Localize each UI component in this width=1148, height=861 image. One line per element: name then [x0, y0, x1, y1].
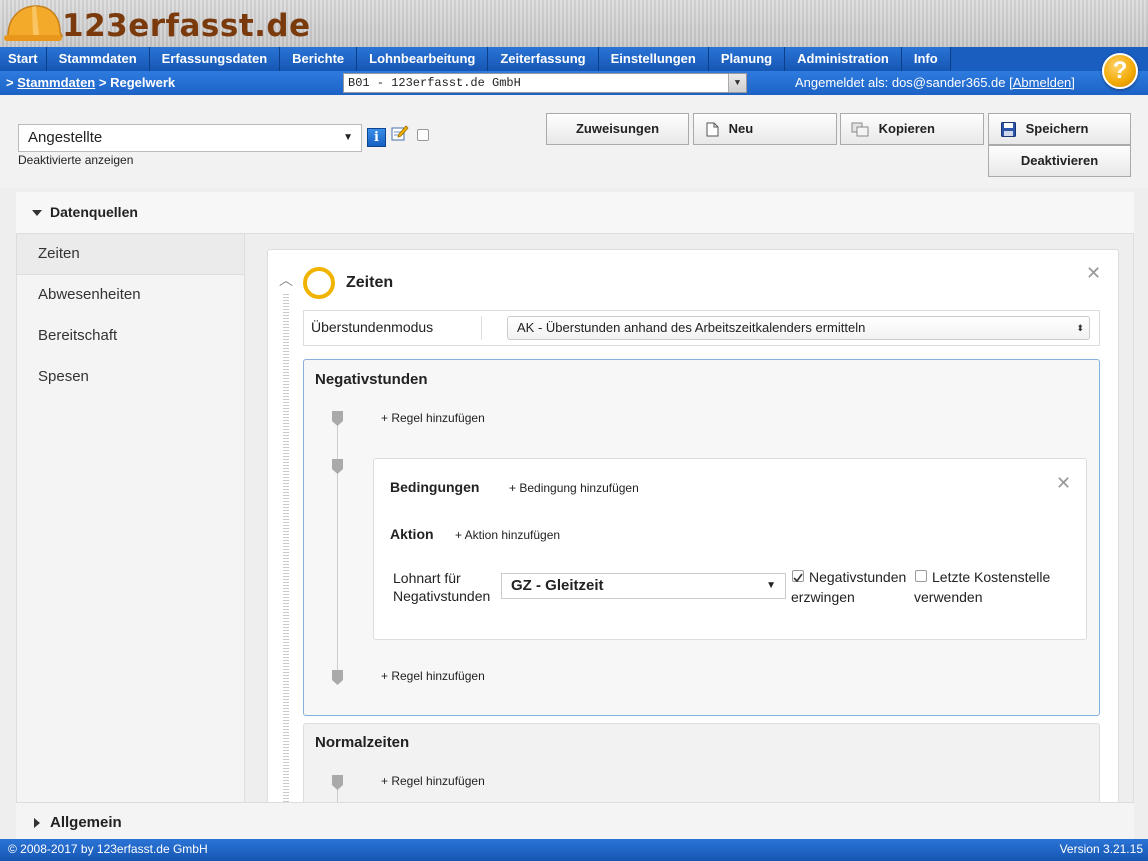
force-negative-label-line1: Negativstunden	[809, 569, 907, 585]
expand-triangle-icon	[32, 210, 42, 216]
force-negative-label-line2: erzwingen	[791, 589, 855, 605]
nav-item-administration[interactable]: Administration	[785, 47, 902, 71]
close-icon[interactable]: ✕	[1086, 263, 1101, 284]
app-logo-text[interactable]: 123erfasst.de	[62, 8, 311, 44]
app-header: 123erfasst.de	[0, 0, 1148, 47]
negativstunden-title: Negativstunden	[315, 371, 428, 388]
row-divider	[481, 316, 482, 340]
edit-icon[interactable]	[391, 124, 409, 142]
rule-card	[373, 458, 1087, 640]
rule-marker-icon	[332, 411, 343, 426]
conditions-title: Bedingungen	[390, 479, 480, 495]
nav-item-zeiterfassung[interactable]: Zeiterfassung	[488, 47, 599, 71]
add-condition-link[interactable]: + Bedingung hinzufügen	[509, 481, 639, 495]
datasource-sidebar: Zeiten Abwesenheiten Bereitschaft Spesen	[17, 234, 245, 802]
datenquellen-header[interactable]: Datenquellen	[16, 192, 1134, 234]
sidebar-item-zeiten[interactable]: Zeiten	[17, 234, 244, 275]
rule-marker-icon	[332, 459, 343, 474]
breadcrumb-current: > Regelwerk	[98, 75, 176, 90]
caret-down-icon: ▼	[766, 580, 776, 591]
tenant-select-value: B01 - 123erfasst.de GmbH	[348, 76, 521, 90]
nav-item-planung[interactable]: Planung	[708, 47, 786, 71]
caret-down-icon: ▼	[343, 132, 353, 143]
drag-handle[interactable]	[283, 294, 289, 804]
nav-item-stammdaten[interactable]: Stammdaten	[46, 47, 150, 71]
nav-item-einstellungen[interactable]: Einstellungen	[598, 47, 709, 71]
action-title: Aktion	[390, 526, 434, 542]
add-rule-link-bottom[interactable]: + Regel hinzufügen	[381, 669, 485, 683]
rule-marker-icon	[332, 775, 343, 790]
force-negative-checkbox[interactable]	[792, 570, 804, 583]
show-deactivated-checkbox[interactable]	[417, 129, 429, 141]
last-cost-center-label-line2: verwenden	[914, 589, 983, 605]
normalzeiten-title: Normalzeiten	[315, 734, 410, 751]
nav-item-start[interactable]: Start	[0, 47, 47, 71]
new-button-label: Neu	[728, 121, 754, 136]
help-button[interactable]: ?	[1102, 53, 1138, 89]
show-deactivated-label: Deaktivierte anzeigen	[18, 153, 134, 167]
expand-triangle-right-icon	[34, 818, 40, 828]
breadcrumb-link-stammdaten[interactable]: Stammdaten	[17, 75, 95, 90]
copyright-text: © 2008-2017 by 123erfasst.de GmbH	[8, 842, 208, 856]
timeline-line	[337, 418, 338, 680]
add-rule-link-top[interactable]: + Regel hinzufügen	[381, 411, 485, 425]
updown-arrows-icon: ⬍	[1076, 323, 1084, 333]
overtime-mode-value: AK - Überstunden anhand des Arbeitszeitk…	[517, 320, 866, 335]
add-action-link[interactable]: + Aktion hinzufügen	[455, 528, 560, 542]
status-ring-icon	[303, 267, 335, 299]
collapse-chevron-up-icon[interactable]: ︿	[279, 270, 293, 290]
sub-nav: > Stammdaten > Regelwerk B01 - 123erfass…	[0, 71, 1148, 95]
footer: © 2008-2017 by 123erfasst.de GmbH Versio…	[0, 839, 1148, 861]
lohnart-select[interactable]: GZ - Gleitzeit ▼	[501, 573, 786, 599]
lohnart-label-line2: Negativstunden	[393, 588, 491, 604]
allgemein-header[interactable]: Allgemein	[16, 802, 1134, 839]
main-nav: Start Stammdaten Erfassungsdaten Bericht…	[0, 47, 1148, 71]
breadcrumb-prefix: >	[6, 75, 14, 90]
last-cost-center-label-line1: Letzte Kostenstelle	[932, 569, 1051, 585]
deactivate-button-label: Deaktivieren	[1020, 153, 1099, 168]
lohnart-label-line1: Lohnart für	[393, 570, 461, 586]
datenquellen-title: Datenquellen	[50, 204, 138, 220]
lohnart-select-value: GZ - Gleitzeit	[511, 577, 604, 594]
rule-type-value: Angestellte	[28, 129, 103, 146]
login-info: Angemeldet als: dos@sander365.de [Abmeld…	[795, 75, 1075, 90]
new-document-icon	[706, 122, 719, 137]
logout-link[interactable]: [Abmelden]	[1009, 75, 1075, 90]
login-label: Angemeldet als: dos@sander365.de	[795, 75, 1006, 90]
save-button[interactable]: Speichern	[988, 113, 1131, 145]
zuweisungen-button-label: Zuweisungen	[575, 121, 660, 136]
info-icon[interactable]: i	[367, 128, 386, 147]
helmet-logo-icon	[4, 5, 64, 41]
zuweisungen-button[interactable]: Zuweisungen	[546, 113, 689, 145]
sidebar-item-spesen[interactable]: Spesen	[17, 357, 244, 398]
close-rule-icon[interactable]: ✕	[1056, 473, 1071, 494]
last-cost-center-checkbox[interactable]	[915, 570, 927, 582]
overtime-mode-label: Überstundenmodus	[311, 319, 434, 335]
sidebar-item-abwesenheiten[interactable]: Abwesenheiten	[17, 275, 244, 316]
copy-button[interactable]: Kopieren	[840, 113, 984, 145]
zeiten-title: Zeiten	[346, 274, 394, 291]
floppy-disk-icon	[1001, 122, 1016, 138]
sidebar-item-bereitschaft[interactable]: Bereitschaft	[17, 316, 244, 357]
nav-item-erfassungsdaten[interactable]: Erfassungsdaten	[149, 47, 281, 71]
add-rule-link-normal[interactable]: + Regel hinzufügen	[381, 774, 485, 788]
nav-item-info[interactable]: Info	[901, 47, 951, 71]
tenant-select[interactable]: B01 - 123erfasst.de GmbH ▼	[343, 73, 747, 93]
copy-icon	[851, 122, 869, 137]
breadcrumb: > Stammdaten > Regelwerk	[6, 75, 175, 90]
save-button-label: Speichern	[1025, 121, 1089, 136]
deactivate-button[interactable]: Deaktivieren	[988, 145, 1131, 177]
nav-item-lohnbearbeitung[interactable]: Lohnbearbeitung	[357, 47, 489, 71]
new-button[interactable]: Neu	[693, 113, 837, 145]
rule-marker-icon	[332, 670, 343, 685]
allgemein-title: Allgemein	[50, 814, 122, 831]
copy-button-label: Kopieren	[878, 121, 935, 136]
checkmark-icon	[793, 573, 803, 583]
lohnart-label: Lohnart für Negativstunden	[393, 569, 490, 605]
overtime-mode-select[interactable]: AK - Überstunden anhand des Arbeitszeitk…	[507, 316, 1090, 340]
version-text: Version 3.21.15	[1059, 842, 1143, 856]
nav-item-berichte[interactable]: Berichte	[280, 47, 358, 71]
chevron-down-icon[interactable]: ▼	[728, 74, 746, 92]
rule-type-select[interactable]: Angestellte ▼	[18, 124, 362, 152]
